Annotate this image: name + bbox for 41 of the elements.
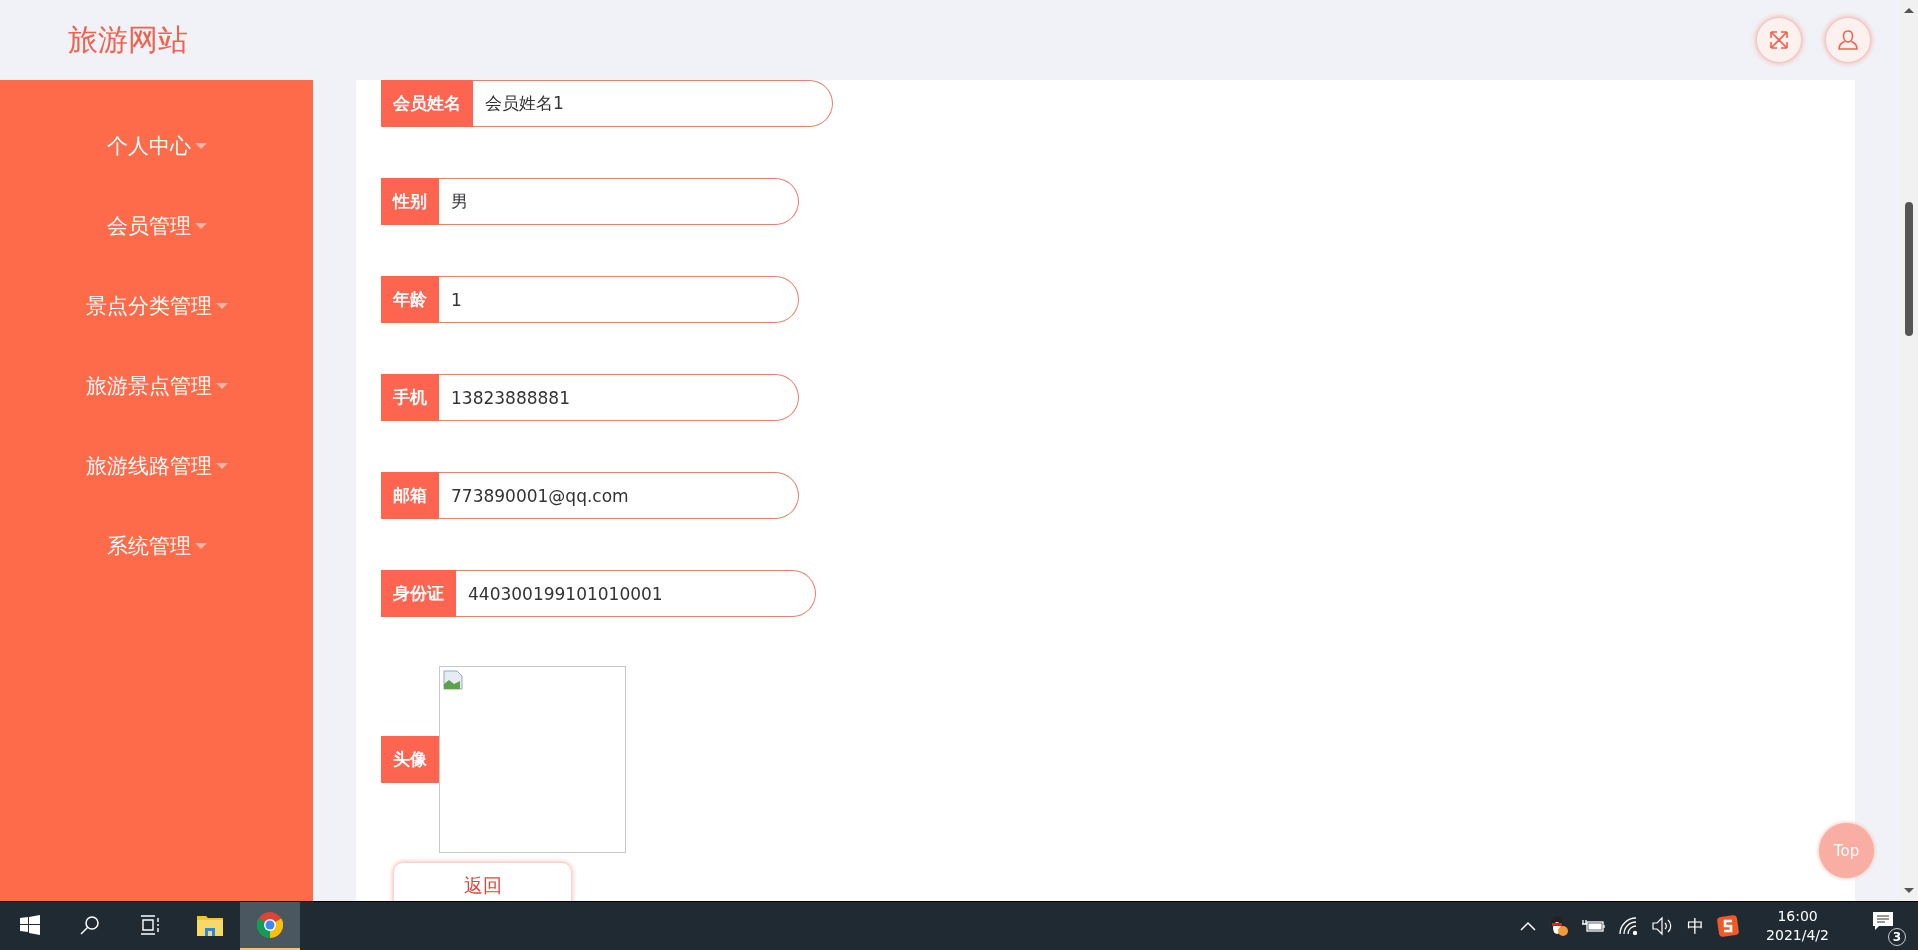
clock-time: 16:00 bbox=[1777, 907, 1818, 926]
sogou-s-icon[interactable] bbox=[1717, 915, 1740, 937]
broken-image-icon bbox=[443, 670, 463, 690]
expand-arrows-icon bbox=[1768, 29, 1790, 51]
field-label: 手机 bbox=[381, 374, 439, 421]
notification-button[interactable]: 3 bbox=[1868, 906, 1906, 946]
field-label: 邮箱 bbox=[381, 472, 439, 519]
site-title: 旅游网站 bbox=[68, 20, 188, 59]
search-icon bbox=[80, 915, 100, 935]
field-label: 年龄 bbox=[381, 276, 439, 323]
browser-button[interactable] bbox=[240, 902, 300, 950]
clock-date: 2021/4/2 bbox=[1766, 926, 1829, 945]
field-label: 性别 bbox=[381, 178, 439, 225]
chrome-icon bbox=[257, 912, 283, 938]
user-button[interactable] bbox=[1826, 18, 1870, 62]
folder-icon bbox=[197, 914, 223, 936]
scroll-down-icon[interactable] bbox=[1904, 888, 1914, 893]
scroll-up-icon[interactable] bbox=[1904, 8, 1914, 13]
field-label: 会员姓名 bbox=[381, 80, 473, 127]
chevron-up-icon[interactable] bbox=[1520, 921, 1537, 931]
caret-icon bbox=[194, 543, 207, 549]
caret-icon bbox=[215, 463, 228, 469]
fullscreen-button[interactable] bbox=[1757, 18, 1801, 62]
message-icon bbox=[1873, 912, 1893, 930]
battery-icon[interactable] bbox=[1582, 919, 1607, 933]
caret-icon bbox=[194, 223, 207, 229]
caret-icon bbox=[215, 303, 228, 309]
input-method-indicator[interactable]: 中 bbox=[1687, 914, 1705, 938]
user-icon bbox=[1837, 29, 1859, 51]
windows-icon bbox=[20, 915, 40, 935]
task-view-icon bbox=[140, 915, 160, 935]
scroll-thumb[interactable] bbox=[1905, 202, 1913, 336]
wifi-icon[interactable] bbox=[1619, 917, 1640, 935]
notification-count: 3 bbox=[1888, 928, 1906, 946]
field-label: 头像 bbox=[381, 736, 439, 783]
taskbar-clock[interactable]: 16:00 2021/4/2 bbox=[1766, 907, 1829, 945]
caret-icon bbox=[215, 383, 228, 389]
caret-icon bbox=[194, 143, 207, 149]
field-label: 身份证 bbox=[381, 570, 456, 617]
back-button[interactable]: 返回 bbox=[393, 862, 572, 901]
penguin-icon[interactable] bbox=[1549, 915, 1570, 937]
